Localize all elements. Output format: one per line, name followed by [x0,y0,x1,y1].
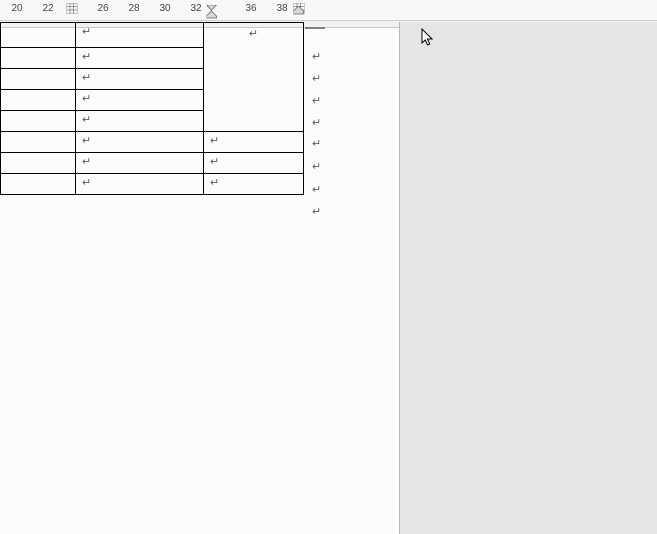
paragraph-mark-icon: ↵ [312,137,321,150]
paragraph-mark-icon: ↵ [76,90,91,108]
ruler-tick: 32 [190,3,201,14]
indent-marker-right-icon[interactable] [294,6,305,18]
table-cell[interactable]: ↵ [76,111,204,132]
ruler-column-marker-icon[interactable] [67,3,78,14]
horizontal-ruler[interactable]: 20 22 26 28 30 32 36 38 [0,0,657,21]
table-cell[interactable]: ↵ [204,132,304,153]
ruler-tick: 36 [245,3,256,14]
table-row[interactable]: ↵↵ [1,132,304,153]
paragraph-mark-icon: ↵ [312,72,321,85]
paragraph-mark-icon: ↵ [312,50,321,63]
table-cell[interactable] [1,90,76,111]
document-table-body: ↵↵↵↵↵↵↵↵↵↵↵↵ [1,23,304,195]
ruler-tick: 26 [97,3,108,14]
table-cell[interactable]: ↵ [76,90,204,111]
paragraph-mark-icon: ↵ [76,48,91,66]
table-cell[interactable] [1,132,76,153]
paragraph-mark-icon: ↵ [76,23,91,41]
table-cell[interactable]: ↵ [76,132,204,153]
paragraph-mark-icon: ↵ [76,111,91,129]
ruler-tick: 20 [11,3,22,14]
ruler-tick: 38 [276,3,287,14]
ruler-tick: 22 [42,3,53,14]
table-cell[interactable]: ↵ [204,23,304,132]
document-table[interactable]: ↵↵↵↵↵↵↵↵↵↵↵↵ [0,22,304,195]
paragraph-mark-icon: ↵ [312,116,321,129]
indent-marker-left-icon[interactable] [207,5,218,19]
paragraph-mark-icon: ↵ [204,174,219,192]
table-cell[interactable]: ↵ [76,69,204,90]
table-cell[interactable] [1,174,76,195]
paragraph-mark-icon: ↵ [312,94,321,107]
table-cell[interactable] [1,23,76,48]
table-cell[interactable]: ↵ [76,153,204,174]
paragraph-mark-icon: ↵ [312,183,321,196]
paragraph-mark-icon: ↵ [76,153,91,171]
ruler-tick: 30 [159,3,170,14]
table-cell[interactable]: ↵ [76,23,204,48]
ruler-tick: 28 [128,3,139,14]
paragraph-mark-icon: ↵ [204,132,219,150]
table-cell[interactable]: ↵ [76,48,204,69]
table-cell[interactable] [1,48,76,69]
table-cell[interactable] [1,69,76,90]
workspace-background [400,22,657,534]
page-corner-mark [305,27,325,29]
paragraph-mark-icon: ↵ [312,205,321,218]
paragraph-mark-icon: ↵ [204,23,303,43]
table-cell[interactable]: ↵ [204,174,304,195]
paragraph-mark-icon: ↵ [312,160,321,173]
table-row[interactable]: ↵↵ [1,23,304,48]
table-row[interactable]: ↵↵ [1,153,304,174]
table-cell[interactable] [1,153,76,174]
paragraph-mark-icon: ↵ [204,153,219,171]
paragraph-mark-icon: ↵ [76,174,91,192]
paragraph-mark-icon: ↵ [76,69,91,87]
table-cell[interactable]: ↵ [76,174,204,195]
table-row[interactable]: ↵↵ [1,174,304,195]
paragraph-mark-icon: ↵ [76,132,91,150]
table-cell[interactable]: ↵ [204,153,304,174]
table-cell[interactable] [1,111,76,132]
